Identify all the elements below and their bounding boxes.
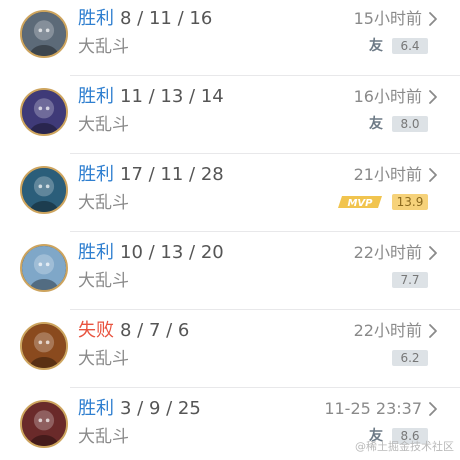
- champion-avatar: [20, 400, 68, 448]
- match-title: 胜利 10 / 13 / 20: [78, 242, 224, 264]
- performance-score: 8.0: [392, 116, 428, 132]
- teammate-badge-icon: 友: [369, 116, 383, 132]
- kda-text: 8 / 11 / 16: [120, 8, 213, 29]
- game-mode: 大乱斗: [78, 271, 129, 291]
- performance-score: 13.9: [392, 194, 428, 210]
- match-row[interactable]: 失败 8 / 7 / 6 大乱斗 22小时前 6.2: [0, 310, 460, 388]
- champion-avatar: [20, 322, 68, 370]
- performance-score: 7.7: [392, 272, 428, 288]
- teammate-badge-icon: 友: [369, 38, 383, 54]
- match-time: 21小时前: [353, 165, 422, 184]
- champion-avatar: [20, 244, 68, 292]
- chevron-right-icon: [429, 402, 437, 416]
- chevron-right-icon: [429, 90, 437, 104]
- champion-portrait-icon: [22, 12, 66, 56]
- chevron-right-icon: [429, 324, 437, 338]
- match-title: 胜利 8 / 11 / 16: [78, 8, 212, 30]
- chevron-right-icon: [429, 168, 437, 182]
- match-row[interactable]: 胜利 17 / 11 / 28 大乱斗 21小时前 MVP 13.9: [0, 154, 460, 232]
- match-time: 22小时前: [353, 321, 422, 340]
- champion-portrait-icon: [22, 90, 66, 134]
- match-result: 胜利: [78, 242, 114, 263]
- champion-portrait-icon: [22, 246, 66, 290]
- match-row[interactable]: 胜利 10 / 13 / 20 大乱斗 22小时前 7.7: [0, 232, 460, 310]
- game-mode: 大乱斗: [78, 349, 129, 369]
- match-title: 失败 8 / 7 / 6: [78, 320, 189, 342]
- champion-avatar: [20, 10, 68, 58]
- match-history-list: 胜利 8 / 11 / 16 大乱斗 15小时前 友 6.4 胜利 11 / 13 …: [0, 0, 460, 460]
- match-result: 胜利: [78, 164, 114, 185]
- game-mode: 大乱斗: [78, 427, 129, 447]
- kda-text: 8 / 7 / 6: [120, 320, 190, 341]
- match-time: 11-25 23:37: [324, 399, 422, 418]
- match-result: 胜利: [78, 8, 114, 29]
- match-time: 22小时前: [353, 243, 422, 262]
- watermark: @稀土掘金技术社区: [355, 440, 454, 453]
- game-mode: 大乱斗: [78, 115, 129, 135]
- match-result: 失败: [78, 320, 114, 341]
- performance-score: 6.4: [392, 38, 428, 54]
- game-mode: 大乱斗: [78, 37, 129, 57]
- game-mode: 大乱斗: [78, 193, 129, 213]
- match-row[interactable]: 胜利 11 / 13 / 14 大乱斗 16小时前 友 8.0: [0, 76, 460, 154]
- champion-portrait-icon: [22, 402, 66, 446]
- match-row[interactable]: 胜利 8 / 11 / 16 大乱斗 15小时前 友 6.4: [0, 0, 460, 76]
- mvp-badge-text: MVP: [347, 198, 373, 209]
- kda-text: 17 / 11 / 28: [120, 164, 224, 185]
- chevron-right-icon: [429, 12, 437, 26]
- champion-avatar: [20, 88, 68, 136]
- match-time: 16小时前: [353, 87, 422, 106]
- kda-text: 3 / 9 / 25: [120, 398, 201, 419]
- match-title: 胜利 3 / 9 / 25: [78, 398, 201, 420]
- match-title: 胜利 11 / 13 / 14: [78, 86, 224, 108]
- performance-score: 6.2: [392, 350, 428, 366]
- champion-portrait-icon: [22, 168, 66, 212]
- match-result: 胜利: [78, 398, 114, 419]
- kda-text: 10 / 13 / 20: [120, 242, 224, 263]
- champion-portrait-icon: [22, 324, 66, 368]
- champion-avatar: [20, 166, 68, 214]
- chevron-right-icon: [429, 246, 437, 260]
- match-time: 15小时前: [353, 9, 422, 28]
- mvp-badge-icon: MVP: [338, 196, 382, 209]
- kda-text: 11 / 13 / 14: [120, 86, 224, 107]
- match-result: 胜利: [78, 86, 114, 107]
- match-title: 胜利 17 / 11 / 28: [78, 164, 224, 186]
